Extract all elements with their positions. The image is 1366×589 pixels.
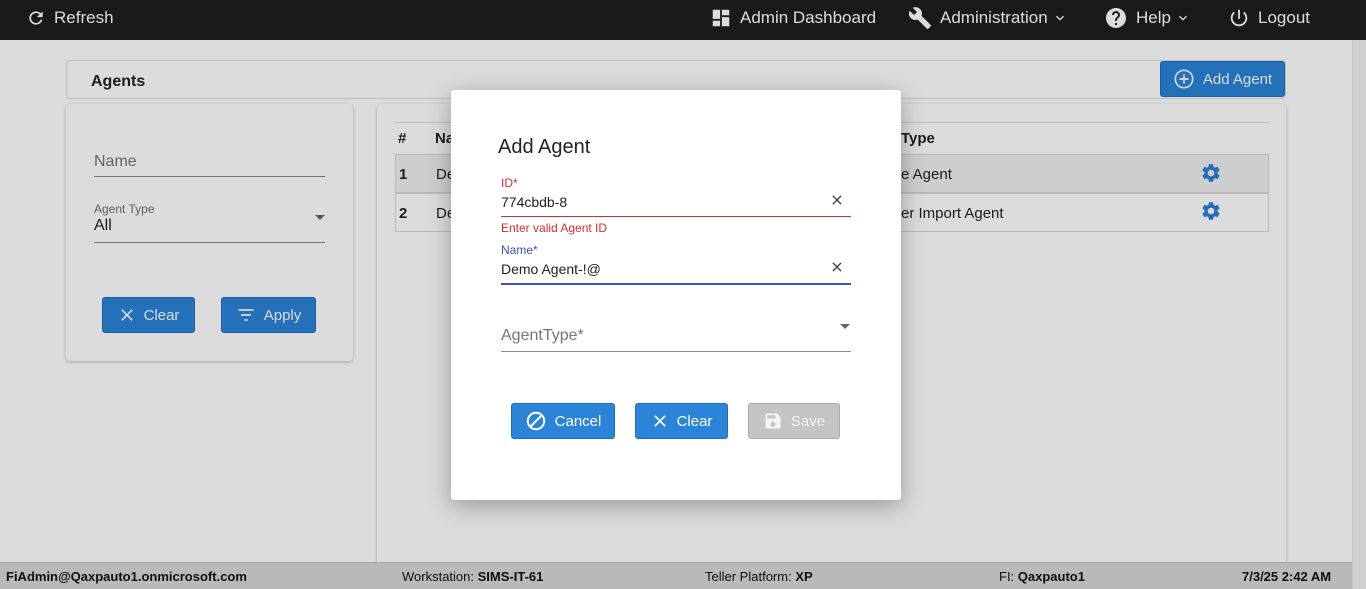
clear-label: Clear — [676, 412, 713, 430]
add-agent-dialog: Add Agent ID* Enter valid Agent ID Name*… — [451, 90, 901, 500]
dialog-title: Add Agent — [498, 136, 591, 158]
cancel-label: Cancel — [554, 412, 602, 430]
close-icon — [653, 415, 666, 427]
save-label: Save — [790, 412, 826, 430]
name-field[interactable] — [501, 259, 821, 279]
close-icon[interactable] — [830, 260, 844, 274]
id-field-label: ID* — [501, 176, 518, 190]
name-field-underline — [501, 283, 851, 285]
block-icon — [526, 411, 545, 431]
agent-type-underline — [501, 351, 851, 352]
save-icon — [765, 413, 781, 429]
dropdown-caret-icon — [840, 324, 850, 329]
cancel-button[interactable]: Cancel — [511, 403, 615, 439]
save-button[interactable]: Save — [748, 403, 840, 439]
id-field-underline — [501, 216, 851, 217]
clear-button[interactable]: Clear — [635, 403, 728, 439]
agent-type-select[interactable]: AgentType* — [501, 318, 851, 352]
id-field[interactable] — [501, 192, 821, 212]
name-field-label: Name* — [501, 243, 538, 257]
id-field-error: Enter valid Agent ID — [501, 221, 608, 235]
close-icon[interactable] — [830, 193, 844, 207]
agent-type-placeholder: AgentType* — [501, 327, 584, 344]
